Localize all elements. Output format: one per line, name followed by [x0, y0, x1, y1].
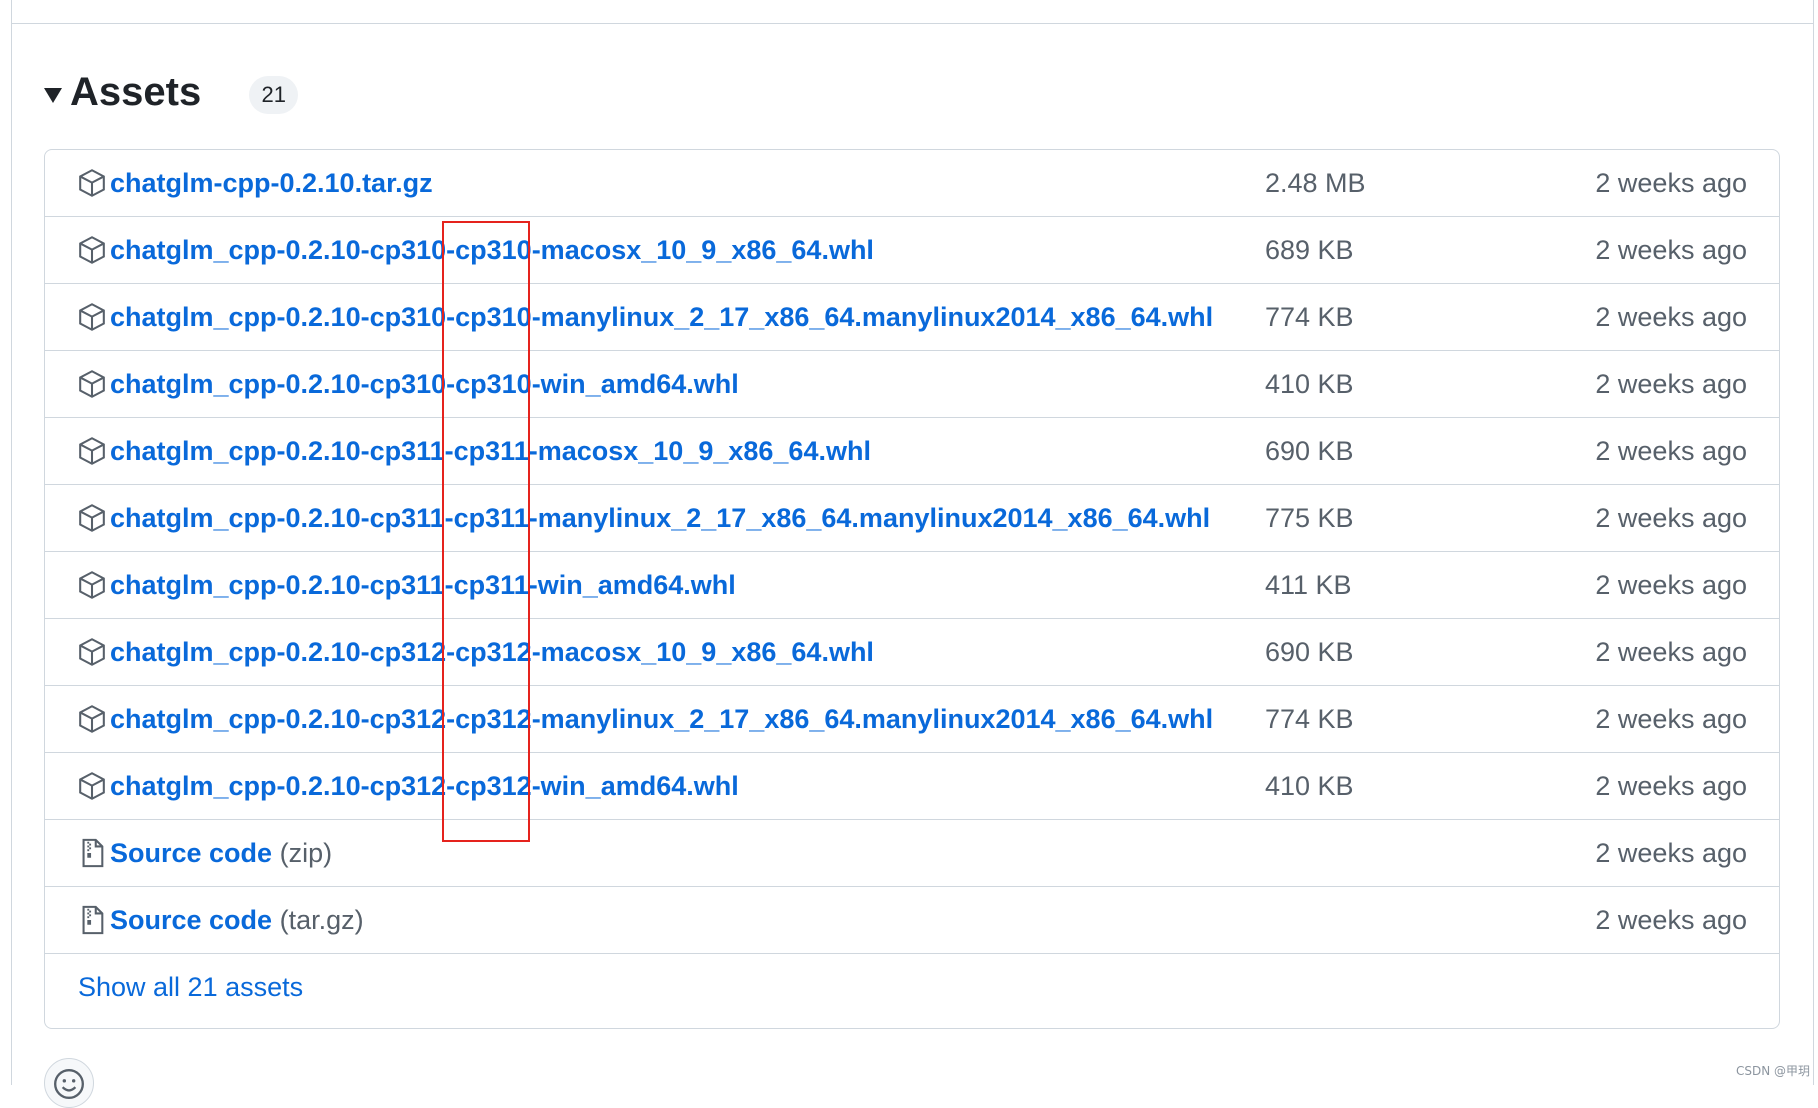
asset-size: 690 KB: [1265, 637, 1354, 667]
file-zip-icon: [77, 838, 107, 868]
asset-size: 2.48 MB: [1265, 168, 1366, 198]
asset-time: 2 weeks ago: [1595, 637, 1747, 667]
asset-row: chatglm_cpp-0.2.10-cp310-cp310-macosx_10…: [45, 217, 1779, 284]
asset-size: 410 KB: [1265, 369, 1354, 399]
asset-time: 2 weeks ago: [1595, 503, 1747, 533]
asset-size: 774 KB: [1265, 704, 1354, 734]
package-icon: [77, 168, 107, 198]
asset-time: 2 weeks ago: [1595, 369, 1747, 399]
asset-time: 2 weeks ago: [1595, 436, 1747, 466]
asset-size: 411 KB: [1265, 570, 1352, 600]
asset-link[interactable]: chatglm_cpp-0.2.10-cp311-cp311-macosx_10…: [110, 432, 871, 470]
asset-time: 2 weeks ago: [1595, 168, 1747, 198]
smiley-icon: [52, 1059, 86, 1106]
asset-row: chatglm_cpp-0.2.10-cp310-cp310-win_amd64…: [45, 351, 1779, 418]
source-code-label: Source code: [110, 838, 273, 868]
source-code-targz-link[interactable]: Source code (tar.gz): [110, 901, 364, 939]
asset-time: 2 weeks ago: [1595, 771, 1747, 801]
asset-row: chatglm_cpp-0.2.10-cp311-cp311-macosx_10…: [45, 418, 1779, 485]
asset-time: 2 weeks ago: [1595, 570, 1747, 600]
asset-link[interactable]: chatglm_cpp-0.2.10-cp310-cp310-manylinux…: [110, 298, 1213, 336]
watermark: CSDN @甲玥: [1735, 1064, 1810, 1078]
package-icon: [77, 235, 107, 265]
triangle-down-icon[interactable]: [44, 87, 62, 103]
asset-row: chatglm_cpp-0.2.10-cp312-cp312-manylinux…: [45, 686, 1779, 753]
package-icon: [77, 436, 107, 466]
package-icon: [77, 771, 107, 801]
package-icon: [77, 369, 107, 399]
source-code-label: Source code: [110, 905, 273, 935]
asset-size: 774 KB: [1265, 302, 1354, 332]
package-icon: [77, 302, 107, 332]
asset-row: chatglm_cpp-0.2.10-cp312-cp312-macosx_10…: [45, 619, 1779, 686]
source-code-row: Source code (tar.gz) 2 weeks ago: [45, 887, 1779, 954]
asset-link[interactable]: chatglm_cpp-0.2.10-cp312-cp312-macosx_10…: [110, 633, 874, 671]
asset-row: chatglm_cpp-0.2.10-cp311-cp311-manylinux…: [45, 485, 1779, 552]
source-code-row: Source code (zip) 2 weeks ago: [45, 820, 1779, 887]
asset-size: 689 KB: [1265, 235, 1354, 265]
source-code-zip-link[interactable]: Source code (zip): [110, 834, 332, 872]
source-code-suffix: (tar.gz): [279, 905, 364, 935]
asset-row: chatglm_cpp-0.2.10-cp310-cp310-manylinux…: [45, 284, 1779, 351]
assets-count-badge: 21: [249, 76, 299, 114]
asset-link[interactable]: chatglm_cpp-0.2.10-cp312-cp312-manylinux…: [110, 700, 1213, 738]
package-icon: [77, 503, 107, 533]
source-code-suffix: (zip): [279, 838, 333, 868]
asset-time: 2 weeks ago: [1595, 905, 1747, 935]
show-all-row: Show all 21 assets: [45, 954, 1779, 1021]
package-icon: [77, 704, 107, 734]
asset-link[interactable]: chatglm-cpp-0.2.10.tar.gz: [110, 164, 433, 202]
package-icon: [77, 637, 107, 667]
asset-row: chatglm-cpp-0.2.10.tar.gz 2.48 MB 2 week…: [45, 150, 1779, 217]
asset-time: 2 weeks ago: [1595, 838, 1747, 868]
asset-link[interactable]: chatglm_cpp-0.2.10-cp311-cp311-win_amd64…: [110, 566, 736, 604]
assets-title: Assets: [70, 69, 202, 114]
asset-link[interactable]: chatglm_cpp-0.2.10-cp310-cp310-win_amd64…: [110, 365, 739, 403]
section-divider: [11, 23, 1814, 24]
add-reaction-button[interactable]: [44, 1058, 94, 1108]
asset-size: 410 KB: [1265, 771, 1354, 801]
asset-time: 2 weeks ago: [1595, 302, 1747, 332]
asset-time: 2 weeks ago: [1595, 704, 1747, 734]
package-icon: [77, 570, 107, 600]
asset-size: 775 KB: [1265, 503, 1354, 533]
assets-list: chatglm-cpp-0.2.10.tar.gz 2.48 MB 2 week…: [44, 149, 1780, 1029]
show-all-assets-link[interactable]: Show all 21 assets: [78, 968, 303, 1006]
asset-time: 2 weeks ago: [1595, 235, 1747, 265]
asset-row: chatglm_cpp-0.2.10-cp311-cp311-win_amd64…: [45, 552, 1779, 619]
asset-link[interactable]: chatglm_cpp-0.2.10-cp310-cp310-macosx_10…: [110, 231, 874, 269]
asset-row: chatglm_cpp-0.2.10-cp312-cp312-win_amd64…: [45, 753, 1779, 820]
asset-link[interactable]: chatglm_cpp-0.2.10-cp311-cp311-manylinux…: [110, 499, 1210, 537]
asset-link[interactable]: chatglm_cpp-0.2.10-cp312-cp312-win_amd64…: [110, 767, 739, 805]
assets-header[interactable]: Assets 21: [44, 62, 299, 122]
file-zip-icon: [77, 905, 107, 935]
asset-size: 690 KB: [1265, 436, 1354, 466]
